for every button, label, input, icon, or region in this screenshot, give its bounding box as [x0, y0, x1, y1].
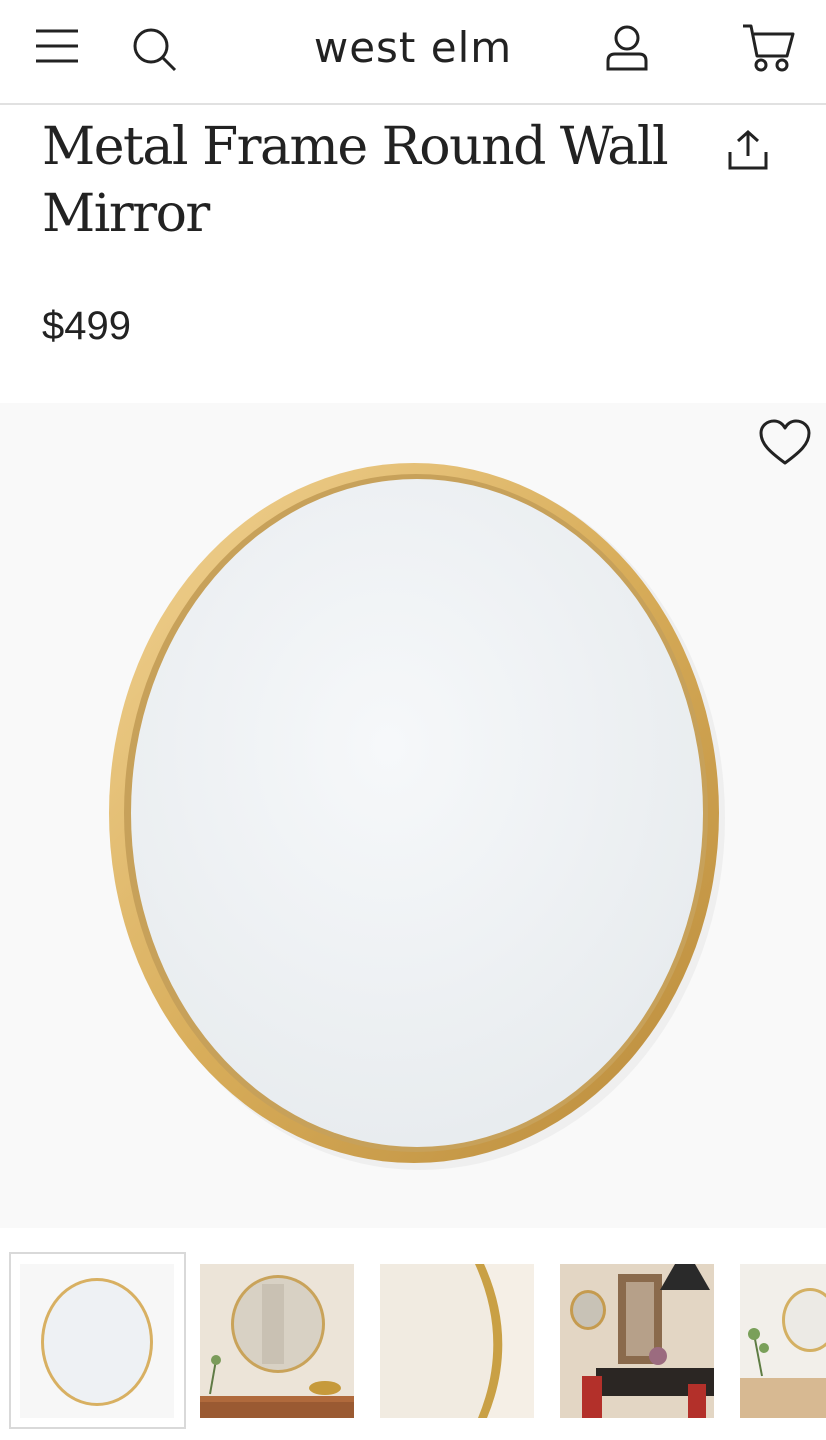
thumbnail-image	[200, 1264, 354, 1418]
site-logo[interactable]: west elm	[0, 22, 826, 74]
thumbnail-image	[740, 1264, 826, 1418]
thumbnail-image	[20, 1264, 174, 1418]
favorite-button[interactable]	[756, 417, 814, 469]
thumbnail-mirror-front[interactable]	[20, 1264, 174, 1418]
account-button[interactable]	[602, 22, 652, 74]
thumbnail-mirror-sideboard-scene[interactable]	[740, 1264, 826, 1418]
thumbnail-image	[560, 1264, 714, 1418]
thumbnail-mirror-console-scene[interactable]	[200, 1264, 354, 1418]
round-mirror-image	[109, 463, 725, 1170]
gallery-thumbnails	[0, 1252, 826, 1432]
cart-button[interactable]	[740, 22, 798, 74]
share-button[interactable]	[722, 126, 774, 174]
product-price: $499	[42, 304, 131, 348]
product-main-image[interactable]	[0, 403, 826, 1228]
shopping-cart-icon	[743, 24, 795, 72]
product-title: Metal Frame Round Wall Mirror	[42, 117, 669, 244]
share-upload-icon	[728, 129, 768, 170]
user-account-icon	[606, 25, 648, 71]
thumbnail-mirror-dining-room[interactable]	[560, 1264, 714, 1418]
site-header: west elm	[0, 0, 826, 105]
heart-icon	[759, 419, 811, 465]
thumbnail-mirror-frame-detail[interactable]	[380, 1264, 534, 1418]
thumbnail-image	[380, 1264, 534, 1418]
